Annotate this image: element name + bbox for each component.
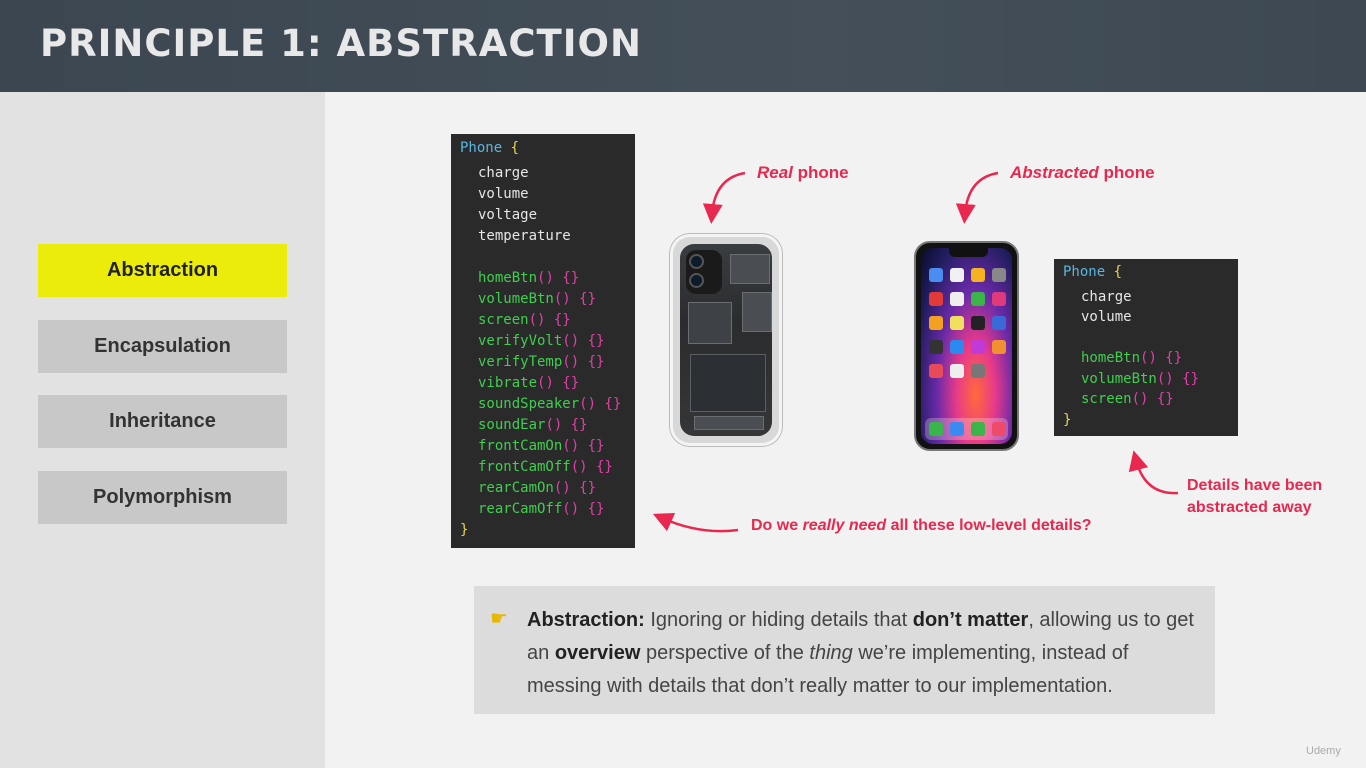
udemy-watermark: Udemy [1306,745,1341,757]
arrow-low-level [652,512,739,533]
pointing-hand-icon: ☛ [490,608,508,630]
arrow-details-abstracted [1128,450,1179,495]
definition-callout: ☛ Abstraction: Ignoring or hiding detail… [474,586,1215,714]
arrow-real-phone [702,171,746,224]
arrow-abstracted-phone [955,171,999,224]
definition-text: Abstraction: Ignoring or hiding details … [527,609,1194,697]
